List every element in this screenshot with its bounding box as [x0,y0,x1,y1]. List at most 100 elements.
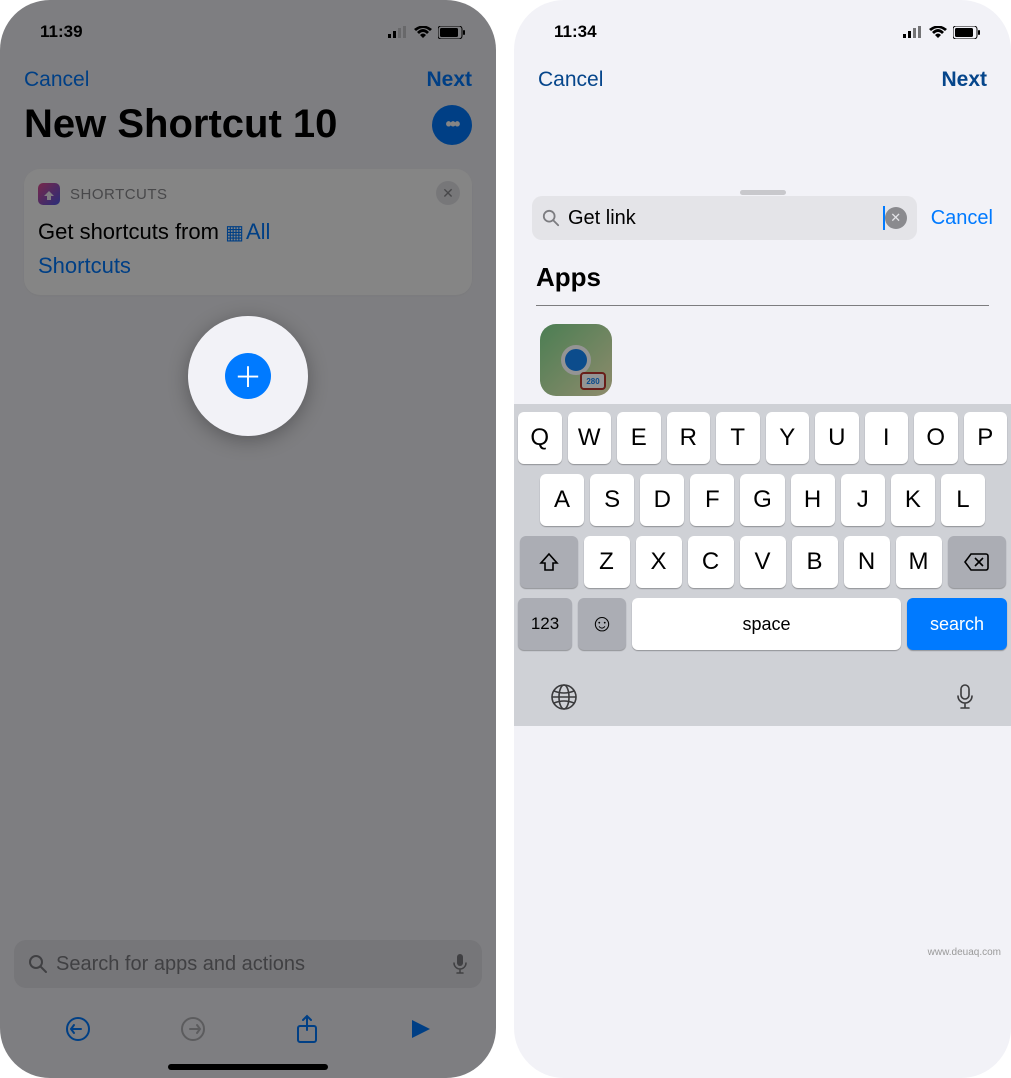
search-input[interactable]: Get link ✕ [532,196,917,240]
key-z[interactable]: Z [584,536,630,588]
plus-icon: ＋ [234,356,262,396]
globe-button[interactable] [550,683,578,711]
maps-app-icon: 280 [540,324,612,396]
key-d[interactable]: D [640,474,684,526]
key-w[interactable]: W [568,412,612,464]
key-v[interactable]: V [740,536,786,588]
right-screenshot: 11:34 Cancel Next Get link ✕ Cancel [514,0,1011,1078]
search-icon [542,209,560,227]
wifi-icon [414,26,432,39]
left-screenshot: 11:39 Cancel Next New Shortcut 10 ••• SH… [0,0,496,1078]
status-icons [388,26,466,39]
key-b[interactable]: B [792,536,838,588]
watermark: www.deuaq.com [928,947,1001,958]
key-backspace[interactable] [948,536,1006,588]
mic-icon [955,683,975,711]
key-j[interactable]: J [841,474,885,526]
status-time: 11:34 [554,22,597,42]
key-search[interactable]: search [907,598,1007,650]
status-bar: 11:34 [514,0,1011,50]
cellular-icon [388,26,408,38]
keyboard[interactable]: Q W E R T Y U I O P A S D F G H J K L [514,404,1011,668]
bottom-toolbar [0,1000,496,1068]
key-s[interactable]: S [590,474,634,526]
shortcut-title: New Shortcut 10 [24,102,337,147]
search-bar[interactable]: Search for apps and actions [14,940,482,988]
add-action-button[interactable]: ＋ [225,353,271,399]
run-button[interactable] [408,1017,432,1041]
key-c[interactable]: C [688,536,734,588]
card-close-button[interactable]: ✕ [436,181,460,205]
key-e[interactable]: E [617,412,661,464]
search-value: Get link [568,207,882,230]
dictate-icon[interactable] [452,953,468,975]
clear-search-button[interactable]: ✕ [885,207,907,229]
title-row: New Shortcut 10 ••• [0,96,496,157]
dim-overlay [0,0,496,1078]
action-picker-sheet: Get link ✕ Cancel Apps 280 Maps Actions [514,184,1011,726]
wifi-icon [929,26,947,39]
key-n[interactable]: N [844,536,890,588]
key-u[interactable]: U [815,412,859,464]
search-placeholder: Search for apps and actions [56,953,305,976]
key-h[interactable]: H [791,474,835,526]
action-card[interactable]: SHORTCUTS ✕ Get shortcuts from ▦All Shor… [24,169,472,295]
card-prefix-text: Get shortcuts from [38,219,219,244]
sheet-grabber[interactable] [740,190,786,195]
key-f[interactable]: F [690,474,734,526]
ellipsis-icon: ••• [446,114,459,135]
key-o[interactable]: O [914,412,958,464]
share-button[interactable] [295,1014,319,1044]
shift-icon [539,552,559,572]
redo-button [180,1016,206,1042]
cancel-button[interactable]: Cancel [24,68,89,92]
kb-row-2: A S D F G H J K L [518,474,1007,526]
key-a[interactable]: A [540,474,584,526]
card-body: Get shortcuts from ▦All [38,205,458,245]
card-app-label: SHORTCUTS [70,186,168,203]
battery-icon [438,26,466,39]
status-icons [903,26,981,39]
key-i[interactable]: I [865,412,909,464]
key-123[interactable]: 123 [518,598,572,650]
nav-bar: Cancel Next [0,50,496,96]
cellular-icon [903,26,923,38]
close-icon: ✕ [890,210,901,226]
more-button[interactable]: ••• [432,105,472,145]
key-space[interactable]: space [632,598,901,650]
key-y[interactable]: Y [766,412,810,464]
key-k[interactable]: K [891,474,935,526]
add-action-highlight: ＋ [188,316,308,436]
key-emoji[interactable]: ☺ [578,598,626,650]
backspace-icon [964,552,990,572]
key-t[interactable]: T [716,412,760,464]
globe-icon [550,683,578,711]
kb-row-1: Q W E R T Y U I O P [518,412,1007,464]
key-q[interactable]: Q [518,412,562,464]
close-icon: ✕ [442,185,454,202]
key-m[interactable]: M [896,536,942,588]
emoji-icon: ☺ [590,610,615,638]
cancel-button-bg: Cancel [538,68,603,92]
card-folder-value[interactable]: All [246,219,270,244]
cancel-search-button[interactable]: Cancel [931,207,993,230]
grid-icon: ▦ [225,222,244,244]
nav-bar-bg: Cancel Next [514,50,1011,96]
key-p[interactable]: P [964,412,1008,464]
card-subline[interactable]: Shortcuts [38,245,458,279]
key-r[interactable]: R [667,412,711,464]
undo-button[interactable] [65,1016,91,1042]
next-button[interactable]: Next [426,68,472,92]
section-apps-title: Apps [514,240,1011,305]
home-indicator[interactable] [168,1064,328,1070]
status-time: 11:39 [40,22,83,42]
status-bar: 11:39 [0,0,496,50]
key-l[interactable]: L [941,474,985,526]
dictate-button[interactable] [955,683,975,711]
battery-icon [953,26,981,39]
key-x[interactable]: X [636,536,682,588]
key-g[interactable]: G [740,474,784,526]
search-icon [28,954,48,974]
keyboard-bottom-bar [514,668,1011,726]
key-shift[interactable] [520,536,578,588]
